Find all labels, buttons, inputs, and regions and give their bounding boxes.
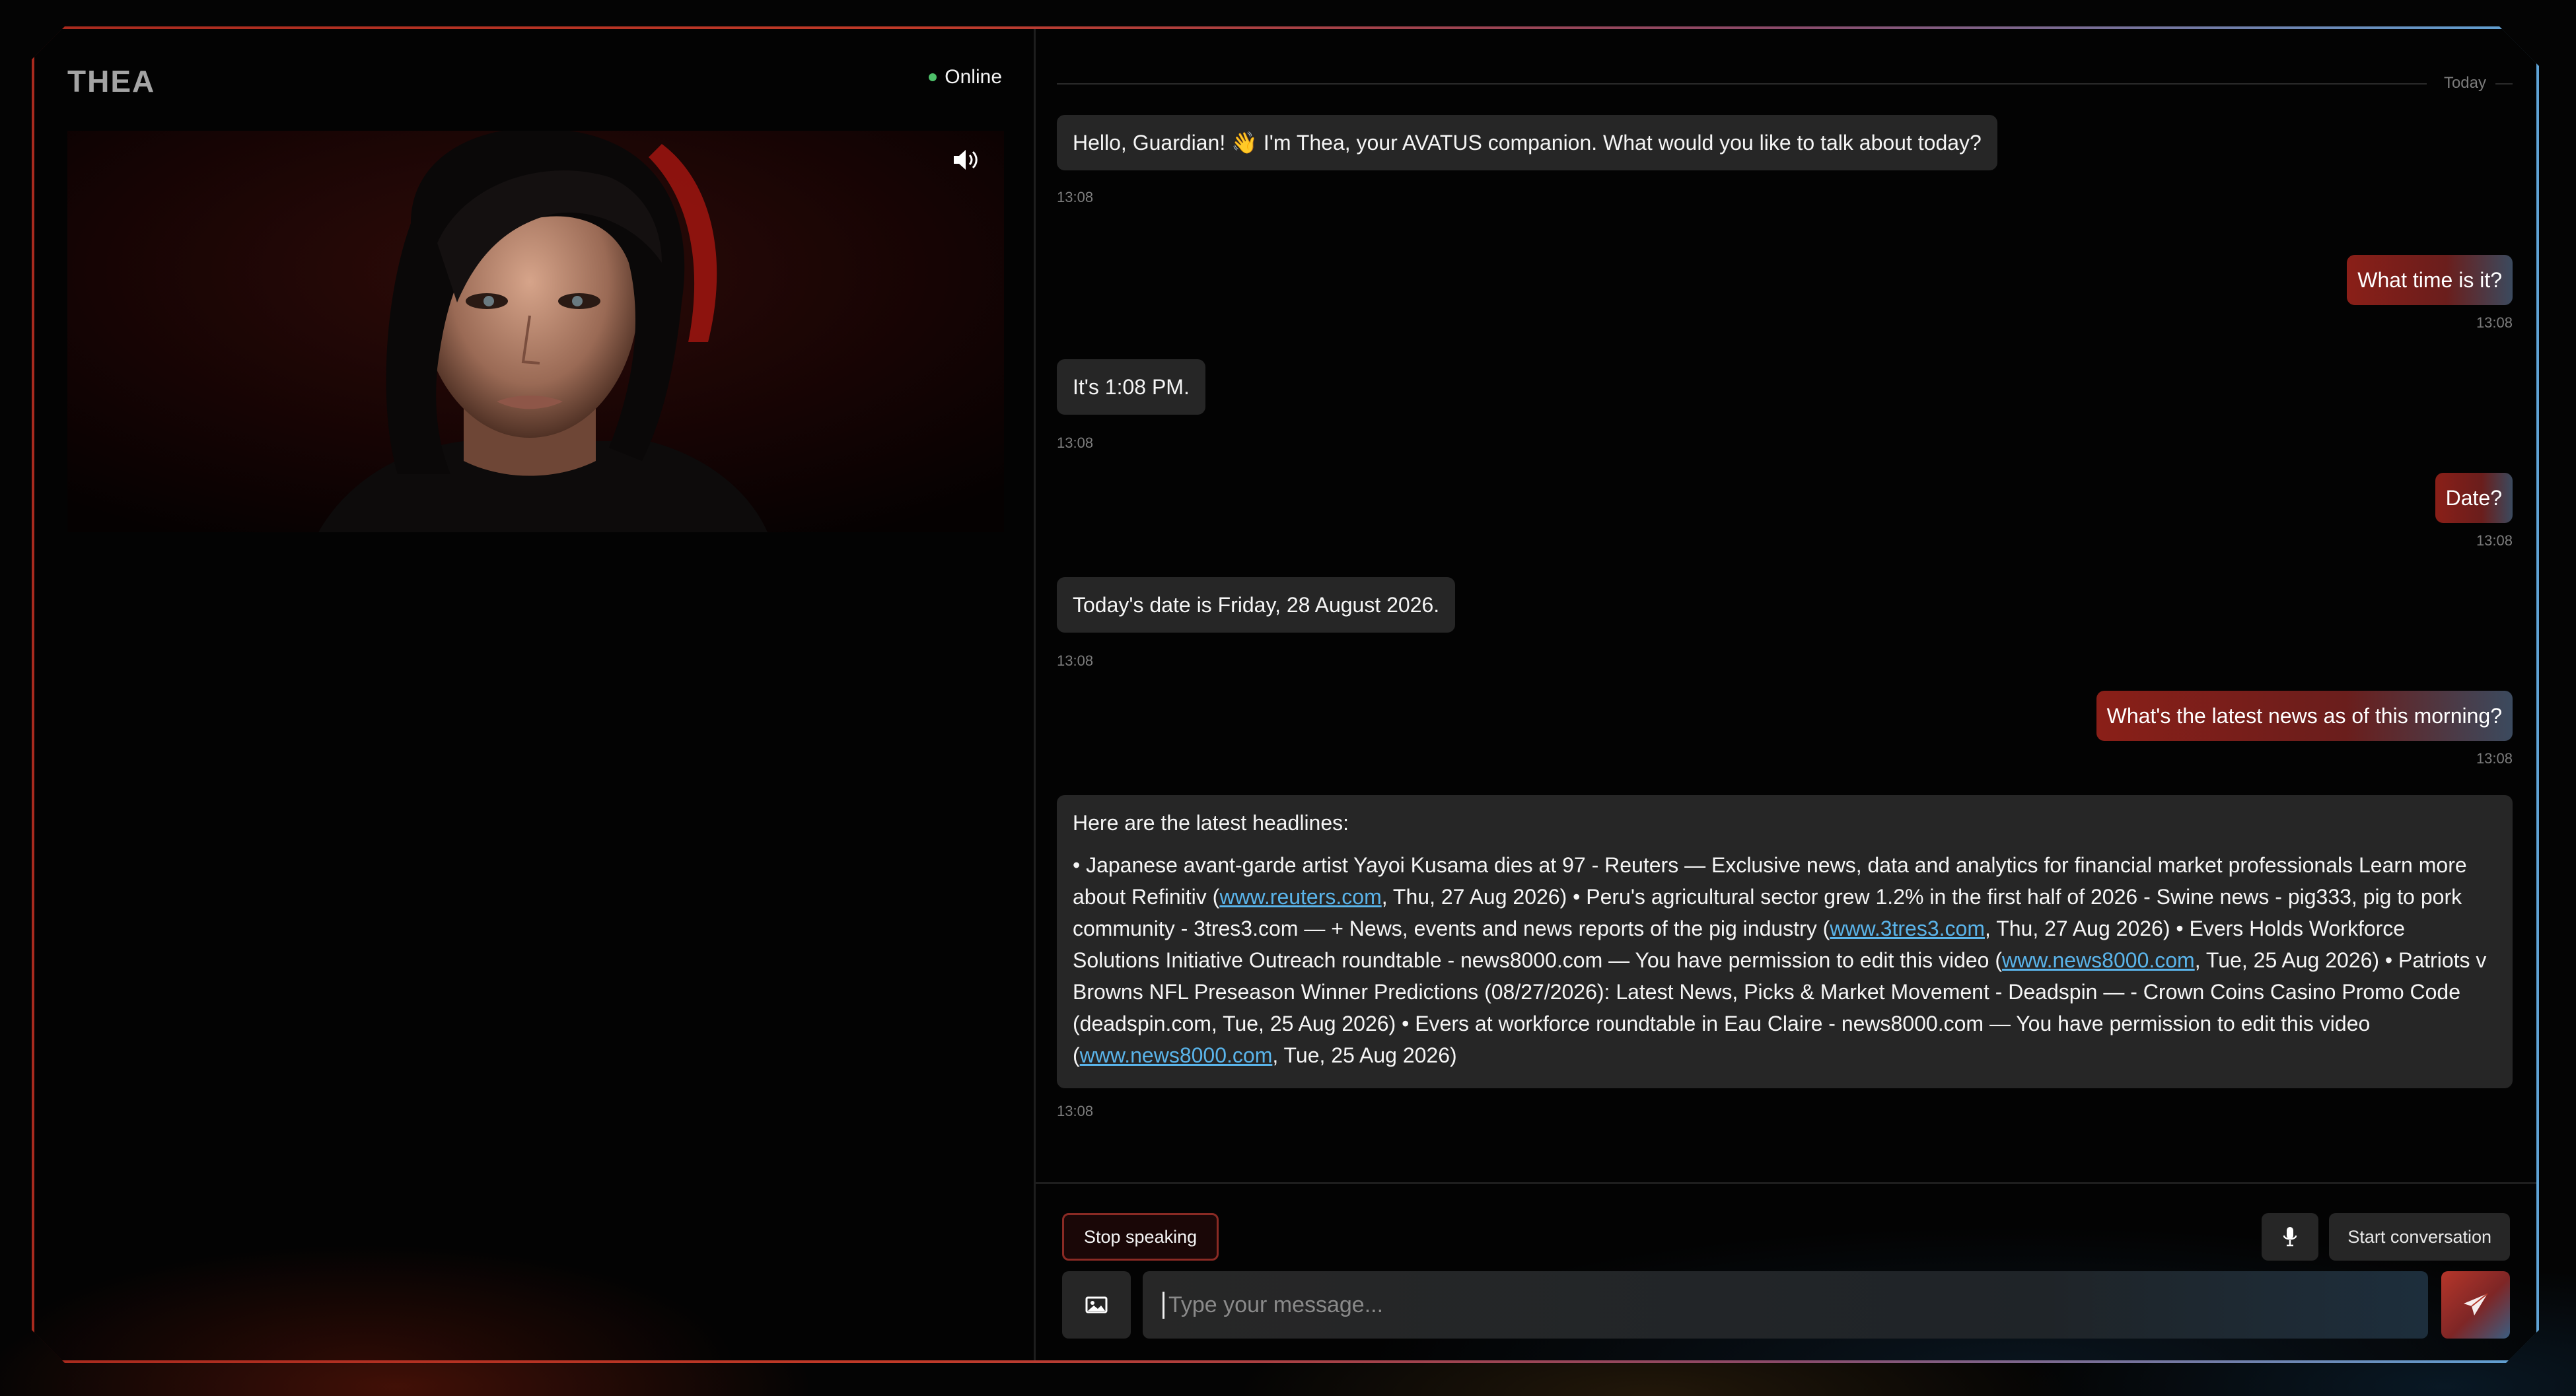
message-time: 13:08 bbox=[1057, 435, 1094, 451]
user-message: What time is it? bbox=[2347, 255, 2513, 305]
message-time: 13:08 bbox=[1057, 1103, 1094, 1119]
message-text: It's 1:08 PM. bbox=[1073, 375, 1190, 399]
send-button[interactable] bbox=[2441, 1271, 2510, 1339]
message-time: 13:08 bbox=[2476, 314, 2513, 331]
message-text: Today's date is Friday, 28 August 2026. bbox=[1073, 593, 1440, 617]
microphone-icon bbox=[2281, 1226, 2299, 1248]
image-icon bbox=[1085, 1296, 1108, 1314]
message-time: 13:08 bbox=[2476, 750, 2513, 767]
status-dot-icon bbox=[929, 73, 937, 81]
day-label: Today bbox=[2443, 74, 2486, 92]
headlines-title: Here are the latest headlines: bbox=[1073, 811, 1349, 835]
bot-message: Today's date is Friday, 28 August 2026. bbox=[1057, 577, 1455, 633]
message-time: 13:08 bbox=[1057, 652, 1094, 669]
message-input[interactable] bbox=[1163, 1292, 2408, 1319]
headline-text: , Tue, 25 Aug 2026) bbox=[1272, 1043, 1457, 1067]
day-divider: Today bbox=[1057, 74, 2513, 94]
app-logo: THEA bbox=[67, 64, 156, 98]
message-time: 13:08 bbox=[2476, 532, 2513, 549]
source-link[interactable]: www.3tres3.com bbox=[1830, 917, 1985, 940]
online-status: Online bbox=[929, 66, 1002, 88]
avatar-video[interactable] bbox=[67, 131, 1004, 532]
app-frame: THEA Online Today Hello, Guardian! 👋 I'm… bbox=[32, 26, 2539, 1363]
headlines-body: • Japanese avant-garde artist Yayoi Kusa… bbox=[1073, 849, 2497, 1071]
stop-speaking-button[interactable]: Stop speaking bbox=[1062, 1213, 1219, 1261]
source-link[interactable]: www.news8000.com bbox=[1080, 1043, 1273, 1067]
bot-message: It's 1:08 PM. bbox=[1057, 359, 1205, 415]
message-text: What time is it? bbox=[2357, 268, 2502, 292]
attach-image-button[interactable] bbox=[1062, 1271, 1131, 1339]
message-text: What's the latest news as of this mornin… bbox=[2106, 704, 2502, 728]
user-message: Date? bbox=[2435, 473, 2513, 523]
status-label: Online bbox=[945, 66, 1002, 88]
chat-pane: Today Hello, Guardian! 👋 I'm Thea, your … bbox=[1036, 29, 2536, 1360]
message-time: 13:08 bbox=[1057, 189, 1094, 205]
source-link[interactable]: www.news8000.com bbox=[2002, 948, 2195, 972]
message-text: Date? bbox=[2445, 486, 2502, 510]
message-input-wrapper bbox=[1143, 1271, 2428, 1339]
volume-button[interactable] bbox=[951, 147, 987, 182]
source-link[interactable]: www.reuters.com bbox=[1219, 885, 1381, 909]
bot-message: Here are the latest headlines: • Japanes… bbox=[1057, 795, 2513, 1088]
microphone-button[interactable] bbox=[2262, 1213, 2318, 1261]
avatar-pane: THEA Online bbox=[34, 29, 1036, 1360]
start-conversation-button[interactable]: Start conversation bbox=[2329, 1213, 2510, 1261]
composer: Stop speaking Start conversation bbox=[1036, 1182, 2536, 1360]
message-text: Hello, Guardian! 👋 I'm Thea, your AVATUS… bbox=[1073, 131, 1982, 155]
bot-message: Hello, Guardian! 👋 I'm Thea, your AVATUS… bbox=[1057, 115, 1997, 170]
avatar-portrait bbox=[67, 131, 1004, 532]
send-icon bbox=[2461, 1292, 2490, 1318]
volume-icon bbox=[951, 147, 980, 173]
user-message: What's the latest news as of this mornin… bbox=[2096, 691, 2513, 741]
